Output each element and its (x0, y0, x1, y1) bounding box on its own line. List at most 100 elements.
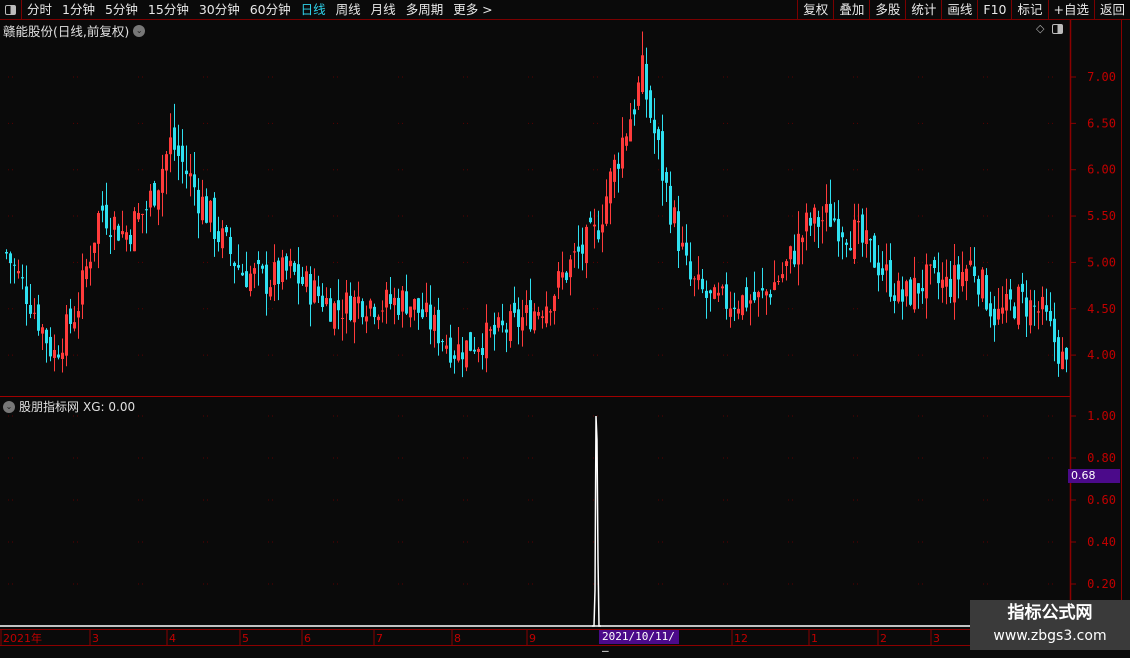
candle-body (297, 264, 300, 284)
candle-body (809, 217, 812, 226)
candle-body (953, 265, 956, 303)
watermark: 指标公式网 www.zbgs3.com (970, 600, 1130, 650)
candle-body (113, 216, 116, 230)
candle-body (513, 302, 516, 313)
candle-body (29, 305, 32, 314)
candle-body (137, 212, 140, 220)
price-tick-label: 5.00 (1087, 255, 1116, 269)
price-tick-label: 7.00 (1087, 70, 1116, 84)
candle-body (417, 298, 420, 313)
indicator-tick-label: 0.20 (1087, 577, 1116, 591)
candle-body (25, 286, 28, 305)
candle-body (997, 308, 1000, 320)
candle-body (221, 228, 224, 249)
candle-body (793, 250, 796, 265)
candle-body (369, 300, 372, 309)
candle-body (725, 284, 728, 309)
candle-body (577, 246, 580, 252)
candle-body (461, 352, 464, 360)
signal-spike (592, 415, 601, 627)
candle-body (637, 82, 640, 106)
candle-body (525, 305, 528, 313)
candle-body (817, 217, 820, 227)
candle-body (913, 277, 916, 310)
candle-body (977, 278, 980, 295)
candle-body (485, 322, 488, 359)
candle-body (405, 291, 408, 314)
candle-body (765, 291, 768, 296)
candle-body (957, 264, 960, 280)
candle-body (669, 185, 672, 225)
candle-body (9, 253, 12, 264)
candle-body (701, 278, 704, 290)
candle-body (541, 316, 544, 318)
candle-body (989, 303, 992, 317)
candle-body (249, 273, 252, 292)
candle-body (445, 345, 448, 349)
candle-body (697, 274, 700, 281)
candle-body (605, 196, 608, 224)
watermark-url: www.zbgs3.com (993, 628, 1107, 644)
candle-body (617, 163, 620, 169)
candle-body (169, 137, 172, 155)
indicator-tick-label: 0.60 (1087, 493, 1116, 507)
candle-body (285, 256, 288, 271)
candle-body (529, 300, 532, 330)
candle-body (385, 289, 388, 308)
candle-body (313, 280, 316, 303)
candle-body (1013, 306, 1016, 319)
candle-body (1053, 318, 1056, 343)
candle-body (925, 264, 928, 299)
candle-body (101, 205, 104, 211)
candle-body (389, 294, 392, 304)
candle-body (1057, 337, 1060, 364)
candle-body (929, 264, 932, 266)
candle-body (177, 145, 180, 156)
candle-body (509, 311, 512, 342)
candle-body (229, 236, 232, 255)
candle-body (157, 190, 160, 210)
chevron-down-icon[interactable]: ⌄ (3, 400, 15, 413)
candle-body (721, 286, 724, 289)
candle-body (949, 278, 952, 297)
candle-body (565, 272, 568, 281)
candle-body (329, 298, 332, 322)
candle-body (225, 227, 228, 233)
time-label: 6 (304, 632, 311, 645)
candle-body (741, 295, 744, 316)
candle-body (481, 347, 484, 355)
candle-body (317, 286, 320, 297)
candle-body (161, 168, 164, 193)
candle-body (201, 196, 204, 221)
candle-body (717, 292, 720, 296)
candle-body (429, 304, 432, 330)
candle-body (305, 271, 308, 287)
candle-body (633, 109, 636, 115)
candle-body (829, 203, 832, 227)
candle-body (773, 282, 776, 291)
chart-canvas[interactable]: 7.00 6.50 6.00 5.50 5.00 4.50 4.00 1.00 0.80 0.60… (0, 0, 1130, 650)
candle-body (937, 272, 940, 284)
candle-body (729, 308, 732, 317)
candle-body (1049, 310, 1052, 322)
candle-body (237, 265, 240, 268)
candle-body (705, 290, 708, 298)
price-tick-label: 6.00 (1087, 163, 1116, 177)
candle-body (125, 232, 128, 240)
candle-body (49, 336, 52, 357)
candle-body (109, 235, 112, 237)
candle-body (413, 299, 416, 310)
candle-body (749, 300, 752, 304)
candle-body (845, 242, 848, 245)
candle-body (173, 127, 176, 150)
time-label: 4 (169, 632, 176, 645)
indicator-tick-label: 1.00 (1087, 409, 1116, 423)
time-label: 7 (376, 632, 383, 645)
candle-body (253, 268, 256, 274)
candle-body (897, 280, 900, 302)
candle-body (981, 269, 984, 299)
candle-body (261, 265, 264, 269)
candle-body (917, 283, 920, 294)
candle-body (165, 154, 168, 171)
candle-body (41, 327, 44, 334)
